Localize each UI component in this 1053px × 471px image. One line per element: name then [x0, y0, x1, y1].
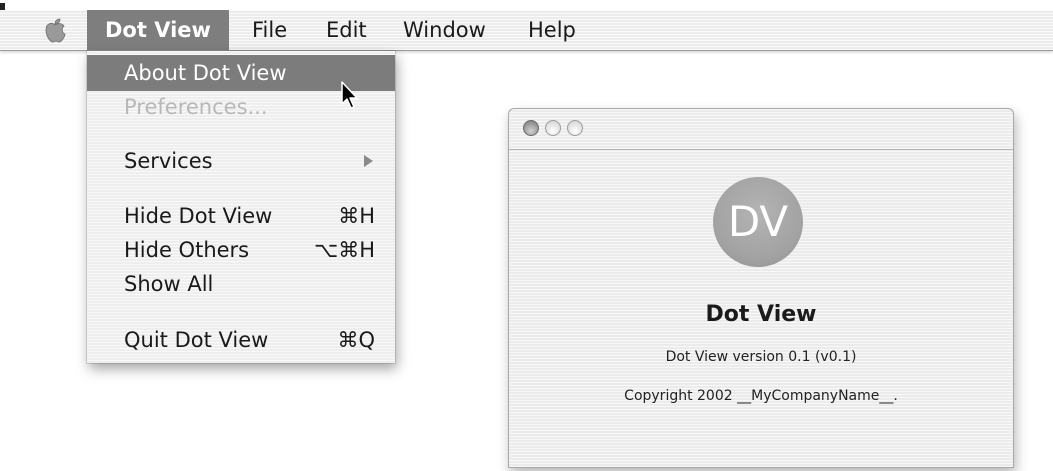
- submenu-arrow-icon: [364, 155, 373, 167]
- menu-window[interactable]: Window: [403, 10, 486, 50]
- menu-bar: Dot View File Edit Window Help: [0, 10, 1053, 51]
- menu-item-label: About Dot View: [124, 61, 287, 85]
- about-app-name: Dot View: [705, 302, 817, 327]
- about-copyright: Copyright 2002 __MyCompanyName__.: [624, 388, 898, 404]
- menu-item-label: Quit Dot View: [124, 328, 269, 352]
- app-logo-icon: DV: [713, 177, 803, 267]
- menu-item-services[interactable]: Services: [87, 143, 395, 179]
- menu-item-label: Services: [124, 149, 213, 173]
- menu-item-label: Preferences...: [124, 95, 268, 119]
- close-button[interactable]: [523, 120, 539, 136]
- menu-dot-view[interactable]: Dot View: [87, 10, 229, 50]
- menu-edit[interactable]: Edit: [326, 10, 367, 50]
- menu-item-show-all[interactable]: Show All: [87, 266, 395, 302]
- menu-item-shortcut: ⌥⌘H: [314, 238, 375, 262]
- apple-icon[interactable]: [40, 16, 70, 46]
- about-window: DV Dot View Dot View version 0.1 (v0.1) …: [508, 108, 1014, 468]
- menu-file[interactable]: File: [252, 10, 287, 50]
- zoom-button[interactable]: [567, 120, 583, 136]
- menu-item-label: Show All: [124, 272, 214, 296]
- menu-item-shortcut: ⌘H: [338, 204, 375, 228]
- menu-item-quit[interactable]: Quit Dot View ⌘Q: [87, 322, 395, 358]
- menu-item-label: Hide Dot View: [124, 204, 273, 228]
- desktop: Dot View File Edit Window Help About Dot…: [0, 0, 1053, 471]
- menu-item-hide-dot-view[interactable]: Hide Dot View ⌘H: [87, 198, 395, 234]
- mouse-pointer-icon: [341, 81, 358, 109]
- window-titlebar[interactable]: [509, 109, 1013, 150]
- menu-item-shortcut: ⌘Q: [337, 328, 375, 352]
- about-version: Dot View version 0.1 (v0.1): [665, 349, 857, 365]
- menu-help[interactable]: Help: [528, 10, 576, 50]
- minimize-button[interactable]: [545, 120, 561, 136]
- menu-item-label: Hide Others: [124, 238, 250, 262]
- menu-item-hide-others[interactable]: Hide Others ⌥⌘H: [87, 232, 395, 268]
